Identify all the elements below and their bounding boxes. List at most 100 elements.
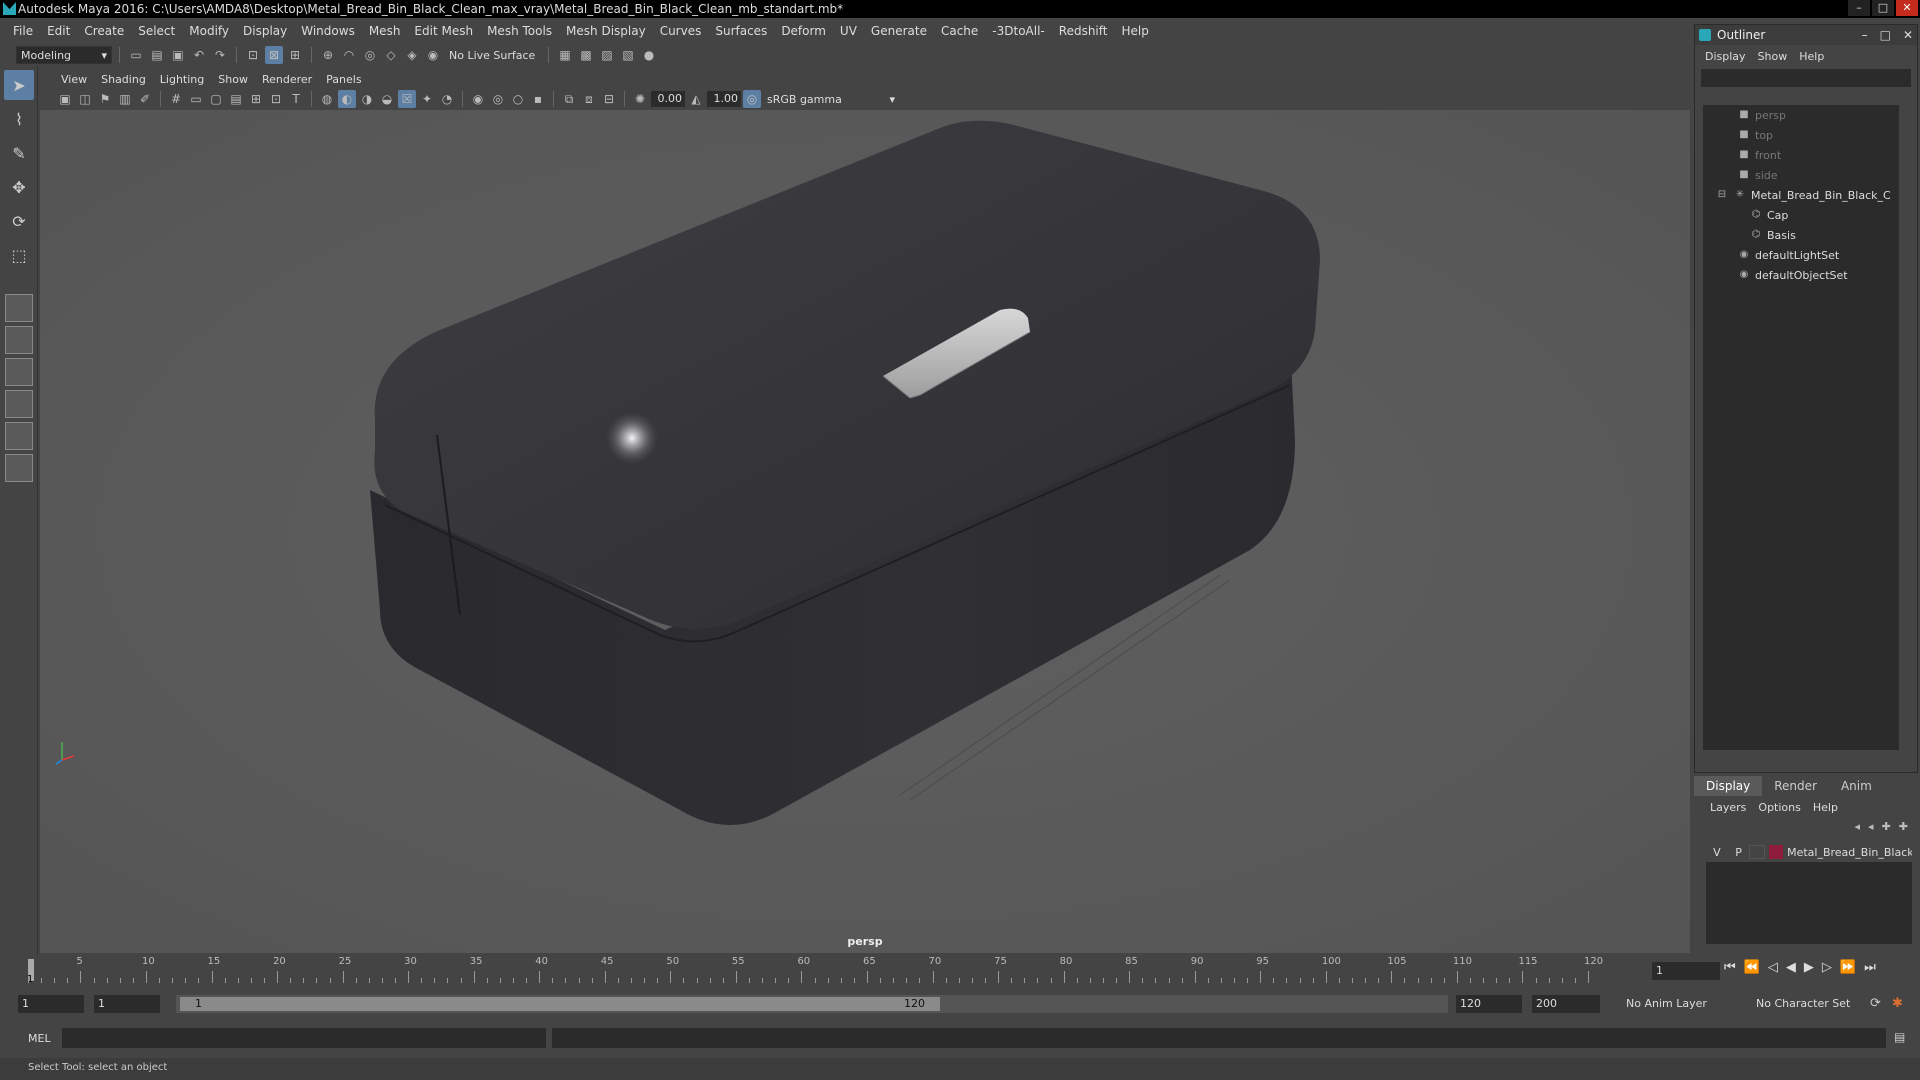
outliner-item[interactable]: ■ persp [1703, 105, 1899, 125]
tab-render[interactable]: Render [1762, 776, 1829, 796]
outliner-tree[interactable]: ■ persp ■ top ■ front ■ side ⊟ ✳ Metal_Bread_Bin_B… [1703, 105, 1899, 750]
panel-menu-lighting[interactable]: Lighting [153, 73, 211, 86]
menu-curves[interactable]: Curves [653, 24, 709, 38]
layer-menu-help[interactable]: Help [1807, 801, 1844, 814]
auto-key-icon[interactable]: ⟳ [1870, 996, 1881, 1011]
minimize-icon[interactable]: – [1862, 25, 1868, 45]
smooth-shade-icon[interactable]: ◐ [338, 90, 356, 108]
range-handle[interactable] [180, 997, 940, 1011]
collapse-icon[interactable]: ⊟ [1715, 189, 1729, 201]
outliner-layout-icon[interactable] [5, 422, 33, 450]
single-perspective-layout-icon[interactable] [5, 294, 33, 322]
outliner-item[interactable]: ■ side [1703, 165, 1899, 185]
persp-graph-layout-icon[interactable] [5, 390, 33, 418]
animation-start-field[interactable]: 1 [18, 995, 84, 1013]
shadows-icon[interactable]: ✦ [418, 90, 436, 108]
camera-attributes-icon[interactable]: ◫ [76, 90, 94, 108]
menu-redshift[interactable]: Redshift [1052, 24, 1115, 38]
select-component-icon[interactable]: ⊞ [286, 46, 304, 64]
four-view-layout-icon[interactable] [5, 326, 33, 354]
maximize-icon[interactable]: □ [1880, 25, 1891, 45]
snap-point-icon[interactable]: ◎ [361, 46, 379, 64]
resolution-gate-icon[interactable]: ▢ [207, 90, 225, 108]
node-editor-layout-icon[interactable] [5, 454, 33, 482]
snap-grid-icon[interactable]: ⊕ [319, 46, 337, 64]
close-button[interactable]: ✕ [1896, 0, 1918, 16]
step-back-frame-icon[interactable]: ◁ [1768, 960, 1778, 975]
new-layer-selected-icon[interactable]: ✚ [1899, 820, 1908, 833]
save-scene-icon[interactable]: ▣ [169, 46, 187, 64]
select-object-icon[interactable]: ⊠ [265, 46, 283, 64]
menu-mesh-tools[interactable]: Mesh Tools [480, 24, 559, 38]
time-slider[interactable]: 1 5 10 15 20 25 30 35 40 45 50 55 60 65 70 75 80 85 90 95 1… [24, 955, 1650, 985]
ipr-render-icon[interactable]: ▨ [598, 46, 616, 64]
redo-icon[interactable]: ↷ [211, 46, 229, 64]
exposure-icon[interactable]: ✺ [631, 90, 649, 108]
view-transform-dropdown[interactable]: sRGB gamma ▾ [763, 90, 899, 108]
play-forward-icon[interactable]: ▶ [1804, 960, 1814, 975]
animation-preferences-icon[interactable]: ✱ [1892, 996, 1903, 1011]
maximize-button[interactable]: □ [1872, 0, 1894, 16]
render-view-icon[interactable]: ▦ [556, 46, 574, 64]
close-icon[interactable]: ✕ [1903, 25, 1913, 45]
snap-surface-icon[interactable]: ◈ [403, 46, 421, 64]
layer-row[interactable]: V P Metal_Bread_Bin_Black [1706, 842, 1912, 862]
gamma-field[interactable]: 1.00 [707, 91, 741, 107]
go-to-end-icon[interactable]: ⏭ [1864, 960, 1876, 975]
isolate-select-icon[interactable]: ▪ [529, 90, 547, 108]
grease-pencil-icon[interactable]: ✐ [136, 90, 154, 108]
ambient-occlusion-icon[interactable]: ◔ [438, 90, 456, 108]
menu-generate[interactable]: Generate [864, 24, 934, 38]
image-plane-icon[interactable]: ▥ [116, 90, 134, 108]
playback-start-field[interactable]: 1 [94, 995, 160, 1013]
script-editor-icon[interactable]: ▤ [1894, 1030, 1905, 1044]
menu-help[interactable]: Help [1114, 24, 1155, 38]
undo-icon[interactable]: ↶ [190, 46, 208, 64]
select-tool-icon[interactable]: ➤ [4, 70, 34, 100]
outliner-item[interactable]: ■ front [1703, 145, 1899, 165]
film-gate-icon[interactable]: ▭ [187, 90, 205, 108]
exposure-field[interactable]: 0.00 [651, 91, 685, 107]
snap-view-plane-icon[interactable]: ◇ [382, 46, 400, 64]
wireframe-icon[interactable]: ◍ [318, 90, 336, 108]
persp-outliner-layout-icon[interactable] [5, 358, 33, 386]
outliner-menu-show[interactable]: Show [1754, 50, 1796, 63]
panel-menu-view[interactable]: View [54, 73, 94, 86]
character-set-dropdown[interactable]: No Character Set [1752, 995, 1864, 1013]
play-backward-icon[interactable]: ◀ [1786, 960, 1796, 975]
scale-tool-icon[interactable]: ⬚ [4, 240, 34, 270]
menu-mesh-display[interactable]: Mesh Display [559, 24, 653, 38]
menu-display[interactable]: Display [236, 24, 294, 38]
textured-icon[interactable]: ◒ [378, 90, 396, 108]
xray-components-icon[interactable]: ⊟ [600, 90, 618, 108]
depth-of-field-icon[interactable]: ○ [509, 90, 527, 108]
menu-edit-mesh[interactable]: Edit Mesh [407, 24, 480, 38]
menu-create[interactable]: Create [77, 24, 131, 38]
color-management-icon[interactable]: ◎ [743, 90, 761, 108]
gate-mask-icon[interactable]: ▤ [227, 90, 245, 108]
menu-uv[interactable]: UV [833, 24, 864, 38]
outliner-item[interactable]: ⌬ Basis [1703, 225, 1899, 245]
panel-menu-panels[interactable]: Panels [319, 73, 368, 86]
render-settings-icon[interactable]: ▧ [619, 46, 637, 64]
layer-color-swatch[interactable] [1769, 845, 1784, 859]
paint-select-tool-icon[interactable]: ✎ [4, 138, 34, 168]
move-layer-down-icon[interactable]: ◂ [1868, 820, 1874, 833]
command-language-label[interactable]: MEL [28, 1032, 51, 1045]
panel-menu-show[interactable]: Show [211, 73, 255, 86]
minimize-button[interactable]: – [1848, 0, 1870, 16]
field-chart-icon[interactable]: ⊞ [247, 90, 265, 108]
tab-anim[interactable]: Anim [1829, 776, 1884, 796]
menu-modify[interactable]: Modify [182, 24, 236, 38]
new-layer-icon[interactable]: ✚ [1882, 820, 1891, 833]
animation-end-field[interactable]: 200 [1532, 995, 1600, 1013]
panel-menu-renderer[interactable]: Renderer [255, 73, 319, 86]
outliner-menu-help[interactable]: Help [1795, 50, 1832, 63]
step-forward-frame-icon[interactable]: ▷ [1822, 960, 1832, 975]
outliner-search-field[interactable] [1701, 69, 1911, 87]
menu-mesh[interactable]: Mesh [362, 24, 408, 38]
safe-title-icon[interactable]: T [287, 90, 305, 108]
layer-visibility-toggle[interactable]: V [1706, 846, 1728, 859]
outliner-item[interactable]: ■ top [1703, 125, 1899, 145]
safe-action-icon[interactable]: ⊡ [267, 90, 285, 108]
